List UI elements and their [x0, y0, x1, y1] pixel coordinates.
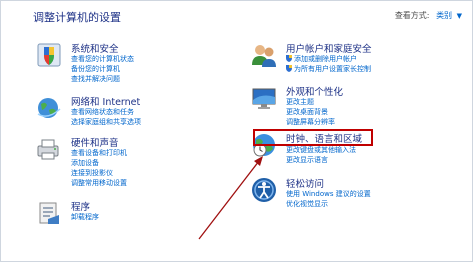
control-panel-window: 调整计算机的设置 查看方式: 类别 ▼ 系统和安全 查看您的计算机状态 备份您的… [0, 0, 473, 262]
annotation-arrow [198, 156, 263, 240]
